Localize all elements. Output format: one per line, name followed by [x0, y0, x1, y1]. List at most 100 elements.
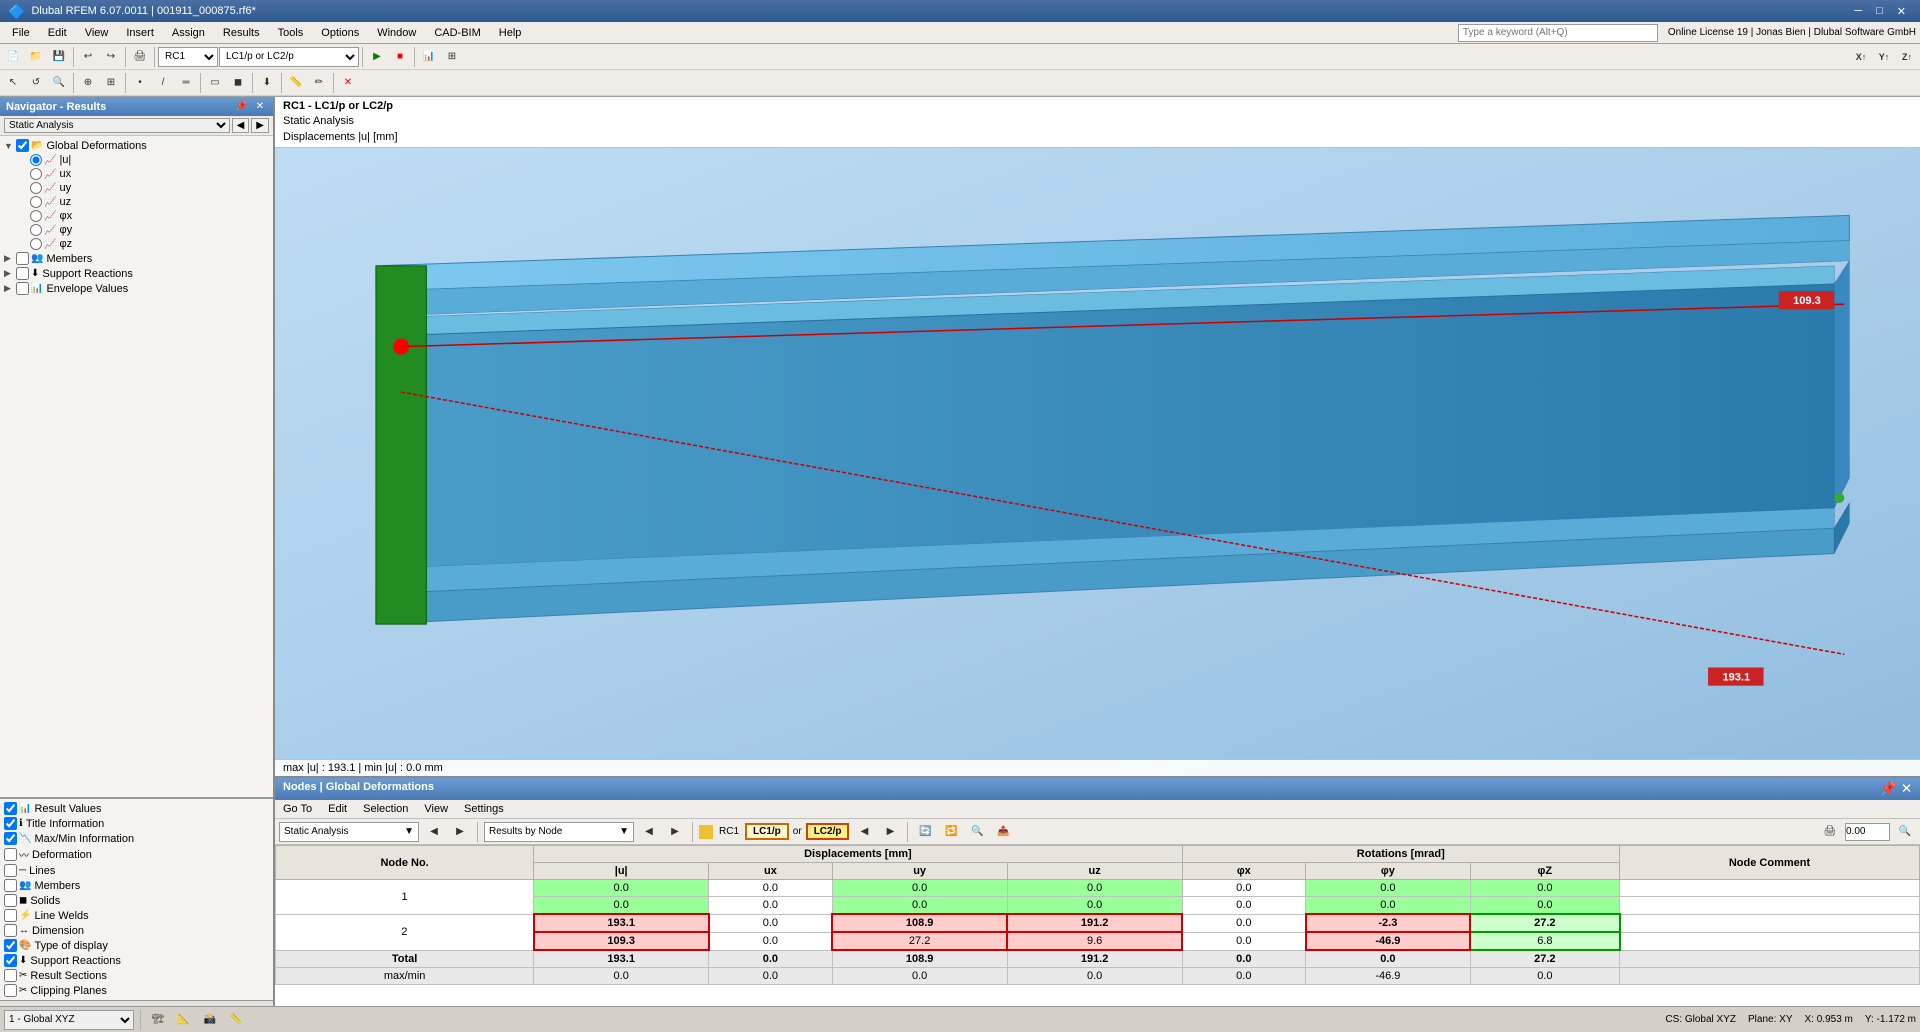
- navigator-filter-select[interactable]: Static Analysis: [4, 118, 230, 133]
- results-table-scroll[interactable]: Node No. Displacements [mm] Rotations [m…: [275, 845, 1920, 1009]
- tree-item-global-deformations[interactable]: ▼ 📂 Global Deformations: [2, 138, 271, 153]
- menu-tools[interactable]: Tools: [270, 25, 312, 41]
- expand-icon-envelope-values[interactable]: ▶: [4, 283, 16, 294]
- lc1-button[interactable]: LC1/p: [745, 823, 789, 840]
- check-members-display[interactable]: [4, 879, 17, 892]
- search-table-btn[interactable]: 🔍: [1894, 821, 1916, 843]
- z-axis-btn[interactable]: Z↑: [1896, 46, 1918, 68]
- menu-insert[interactable]: Insert: [118, 25, 162, 41]
- check-envelope-values[interactable]: [16, 282, 29, 295]
- select-btn[interactable]: ↖: [2, 72, 24, 94]
- tree-dimension[interactable]: ↔ Dimension: [2, 923, 271, 938]
- close-button[interactable]: ✕: [1891, 3, 1912, 20]
- radio-phix[interactable]: [30, 210, 42, 222]
- radio-phiz[interactable]: [30, 238, 42, 250]
- results-view[interactable]: View: [420, 802, 452, 816]
- check-clipping-planes[interactable]: [4, 984, 17, 997]
- surface-btn[interactable]: ▭: [204, 72, 226, 94]
- sb-btn3[interactable]: 📸: [199, 1009, 221, 1031]
- sb-btn1[interactable]: 🏗: [147, 1009, 169, 1031]
- results-by-dropdown[interactable]: Results by Node ▼: [484, 822, 634, 842]
- check-title-information[interactable]: [4, 817, 17, 830]
- x-axis-btn[interactable]: X↑: [1850, 46, 1872, 68]
- results-settings[interactable]: Settings: [460, 802, 508, 816]
- tree-maxmin-information[interactable]: 📉 Max/Min Information: [2, 831, 271, 846]
- sb-btn2[interactable]: 📐: [173, 1009, 195, 1031]
- check-support-reactions-display[interactable]: [4, 954, 17, 967]
- results-pin-button[interactable]: 📌: [1880, 781, 1897, 797]
- table-value-input[interactable]: [1845, 823, 1890, 841]
- check-members[interactable]: [16, 252, 29, 265]
- minimize-button[interactable]: ─: [1848, 3, 1868, 20]
- save-button[interactable]: 💾: [48, 46, 70, 68]
- snap-btn[interactable]: ⊕: [77, 72, 99, 94]
- check-solids[interactable]: [4, 894, 17, 907]
- lc-dropdown[interactable]: LC1/p or LC2/p: [219, 47, 359, 67]
- navigator-filter-prev[interactable]: ◀: [232, 118, 250, 133]
- viewport-3d-scene[interactable]: 109.3 193.1: [275, 147, 1920, 748]
- expand-icon-global-deformations[interactable]: ▼: [4, 141, 16, 151]
- lc-next-btn[interactable]: ▶: [879, 821, 901, 843]
- tree-line-welds[interactable]: ⚡ Line Welds: [2, 908, 271, 923]
- menu-edit[interactable]: Edit: [40, 25, 75, 41]
- table-row[interactable]: 2 193.1 0.0 108.9 191.2 0.0 -2.3 27.2: [276, 914, 1920, 932]
- node-btn[interactable]: •: [129, 72, 151, 94]
- menu-options[interactable]: Options: [313, 25, 367, 41]
- stop-button[interactable]: ■: [389, 46, 411, 68]
- menu-help[interactable]: Help: [491, 25, 530, 41]
- tree-title-information[interactable]: ℹ Title Information: [2, 816, 271, 831]
- redo-button[interactable]: ↪: [100, 46, 122, 68]
- check-support-reactions[interactable]: [16, 267, 29, 280]
- tree-item-uz[interactable]: 📈 uz: [2, 195, 271, 209]
- check-line-welds[interactable]: [4, 909, 17, 922]
- navigator-filter-next[interactable]: ▶: [251, 118, 269, 133]
- check-result-values[interactable]: [4, 802, 17, 815]
- expand-icon-members[interactable]: ▶: [4, 253, 16, 264]
- menu-cad-bim[interactable]: CAD-BIM: [426, 25, 488, 41]
- tree-item-phiz[interactable]: 📈 φz: [2, 237, 271, 251]
- tree-type-of-display[interactable]: 🎨 Type of display: [2, 938, 271, 953]
- zoom-btn[interactable]: 🔍: [48, 72, 70, 94]
- sb-btn4[interactable]: 📏: [225, 1009, 247, 1031]
- results-next-btn[interactable]: ▶: [664, 821, 686, 843]
- analysis-next-btn[interactable]: ▶: [449, 821, 471, 843]
- expand-icon-support-reactions[interactable]: ▶: [4, 268, 16, 279]
- tree-support-reactions-display[interactable]: ⬇ Support Reactions: [2, 953, 271, 968]
- check-deformation[interactable]: [4, 848, 17, 861]
- tree-item-uy[interactable]: 📈 uy: [2, 181, 271, 195]
- measure-btn[interactable]: 📏: [285, 72, 307, 94]
- filter-btn[interactable]: 🔍: [966, 821, 988, 843]
- y-axis-btn[interactable]: Y↑: [1873, 46, 1895, 68]
- table-row[interactable]: 1 0.0 0.0 0.0 0.0 0.0 0.0 0.0: [276, 880, 1920, 897]
- tree-item-phiy[interactable]: 📈 φy: [2, 223, 271, 237]
- new-button[interactable]: 📄: [2, 46, 24, 68]
- menu-view[interactable]: View: [77, 25, 117, 41]
- zoom-fit-button[interactable]: ⊞: [441, 46, 463, 68]
- print-table-btn[interactable]: 🖨: [1819, 821, 1841, 843]
- tree-item-ux[interactable]: 📈 ux: [2, 167, 271, 181]
- results-prev-btn[interactable]: ◀: [638, 821, 660, 843]
- tree-lines[interactable]: ─ Lines: [2, 863, 271, 878]
- load-btn[interactable]: ⬇: [256, 72, 278, 94]
- menu-assign[interactable]: Assign: [164, 25, 213, 41]
- radio-ux[interactable]: [30, 168, 42, 180]
- export-btn[interactable]: 📤: [992, 821, 1014, 843]
- results-on-button[interactable]: 📊: [418, 46, 440, 68]
- menu-window[interactable]: Window: [369, 25, 424, 41]
- check-type-of-display[interactable]: [4, 939, 17, 952]
- radio-u-abs[interactable]: [30, 154, 42, 166]
- tree-result-sections[interactable]: ✂ Result Sections: [2, 968, 271, 983]
- solid-btn[interactable]: ◼: [227, 72, 249, 94]
- tree-item-members[interactable]: ▶ 👥 Members: [2, 251, 271, 266]
- menu-file[interactable]: File: [4, 25, 38, 41]
- tree-clipping-planes[interactable]: ✂ Clipping Planes: [2, 983, 271, 998]
- analysis-type-dropdown[interactable]: Static Analysis ▼: [279, 822, 419, 842]
- keyword-search-input[interactable]: [1458, 24, 1658, 42]
- rc-dropdown[interactable]: RC1: [158, 47, 218, 67]
- delete-btn[interactable]: ✕: [337, 72, 359, 94]
- check-lines[interactable]: [4, 864, 17, 877]
- line-btn[interactable]: /: [152, 72, 174, 94]
- tree-item-support-reactions[interactable]: ▶ ⬇ Support Reactions: [2, 266, 271, 281]
- radio-uy[interactable]: [30, 182, 42, 194]
- tree-item-phix[interactable]: 📈 φx: [2, 209, 271, 223]
